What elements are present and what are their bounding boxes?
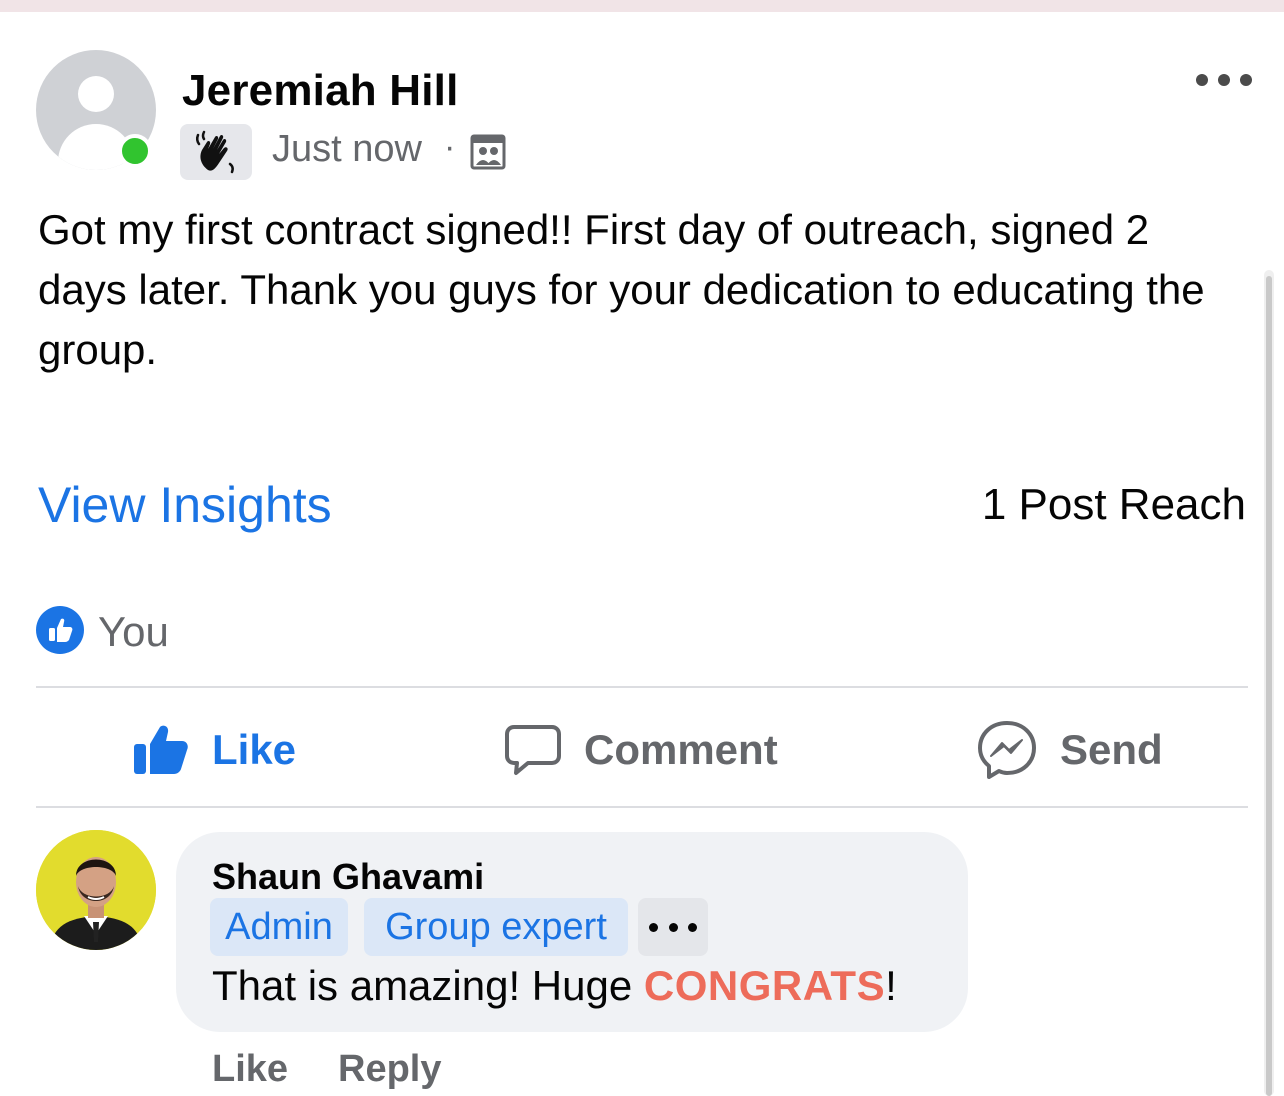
send-button[interactable]: Send (976, 714, 1163, 786)
more-dot (648, 922, 658, 932)
like-reaction-icon[interactable] (36, 606, 84, 654)
more-dot (688, 922, 698, 932)
post-timestamp[interactable]: Just now (272, 128, 422, 171)
reactions-divider (36, 686, 1248, 688)
like-button-label: Like (212, 726, 297, 773)
more-dot (668, 922, 678, 932)
post-author-name[interactable]: Jeremiah Hill (182, 66, 459, 116)
online-status-indicator (118, 134, 152, 168)
comment-button[interactable]: Comment (504, 714, 778, 786)
badges-more-button[interactable] (638, 898, 708, 956)
admin-badge[interactable]: Admin (210, 898, 348, 956)
comment-text-end: ! (885, 962, 897, 1009)
group-members-icon[interactable] (470, 134, 506, 170)
comment-like-link[interactable]: Like (212, 1048, 288, 1091)
avatar-head-silhouette (78, 76, 114, 112)
actions-divider (36, 806, 1248, 808)
commenter-name[interactable]: Shaun Ghavami (212, 856, 484, 898)
comment-reply-link[interactable]: Reply (338, 1048, 441, 1091)
thumbs-up-icon (49, 618, 73, 642)
waving-hand-icon (195, 130, 234, 174)
top-edge-strip (0, 0, 1284, 12)
like-button[interactable]: Like (132, 714, 296, 786)
comment-text: That is amazing! Huge CONGRATS! (212, 962, 897, 1010)
comment-button-label: Comment (584, 726, 778, 773)
reactors-list[interactable]: You (98, 608, 169, 656)
comment-text-start: That is amazing! Huge (212, 962, 644, 1009)
meta-separator: · (444, 128, 456, 166)
messenger-icon (978, 721, 1036, 779)
commenter-portrait (36, 830, 156, 950)
commenter-avatar[interactable] (36, 830, 156, 950)
more-dot (1196, 74, 1208, 86)
post-body-text: Got my first contract signed!! First day… (38, 206, 1205, 373)
more-dot (1240, 74, 1252, 86)
send-button-label: Send (1060, 726, 1163, 773)
scrollbar-thumb[interactable] (1266, 276, 1272, 1096)
waving-hand-badge[interactable] (180, 124, 252, 180)
view-insights-link[interactable]: View Insights (38, 476, 332, 534)
group-expert-badge[interactable]: Group expert (364, 898, 628, 956)
more-dot (1218, 74, 1230, 86)
thumbs-up-icon (134, 725, 188, 774)
comment-text-highlight: CONGRATS (643, 962, 886, 1009)
post-more-options-button[interactable] (1196, 62, 1252, 98)
comment-bubble-icon (505, 725, 561, 775)
post-reach-count: 1 Post Reach (981, 480, 1246, 529)
